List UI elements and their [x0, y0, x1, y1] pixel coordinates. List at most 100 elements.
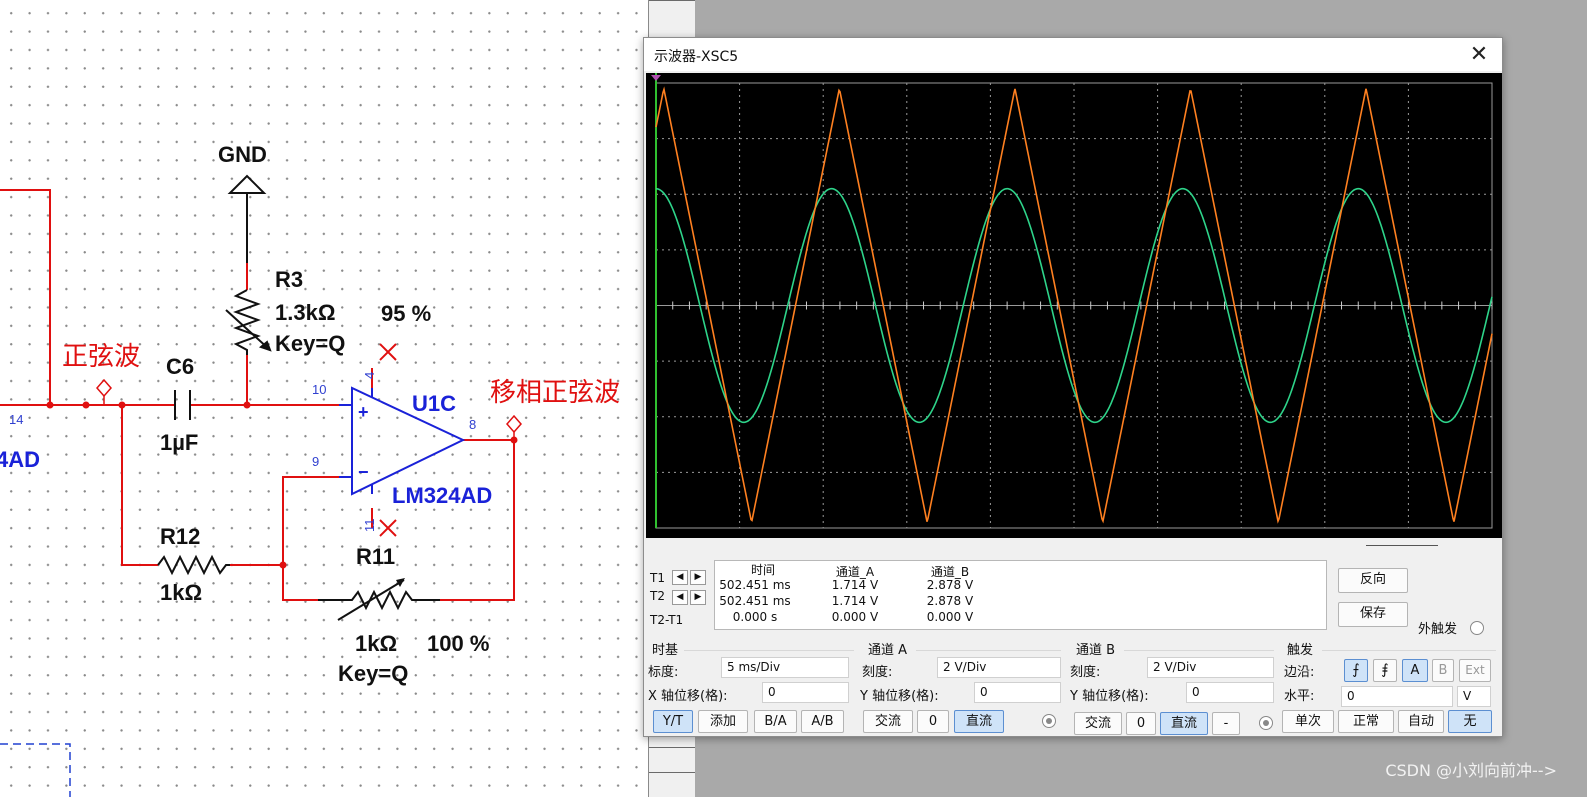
r3-name: R3 — [275, 267, 303, 292]
probe-out-marker — [506, 414, 522, 434]
timebase-title: 时基 — [652, 643, 679, 658]
watermark: CSDN @小刘向前冲--> — [1385, 761, 1557, 780]
save-button[interactable]: 保存 — [1338, 602, 1408, 627]
gnd-symbol — [227, 174, 267, 194]
falling-edge-icon[interactable]: ⨎ — [1373, 659, 1397, 682]
channel-a-dc-button[interactable]: 直流 — [954, 710, 1004, 733]
channel-b-ypos-label: Y 轴位移(格): — [1070, 689, 1149, 704]
x-position-field[interactable]: 0 — [762, 682, 849, 703]
trigger-source-b[interactable]: B — [1432, 659, 1454, 682]
probe-in-marker — [96, 378, 112, 398]
t1-right-arrow-icon[interactable]: ▶ — [690, 570, 706, 585]
t1-b: 2.878 V — [926, 578, 974, 592]
u1c-name: U1C — [412, 391, 456, 416]
window-title: 示波器-XSC5 — [654, 49, 739, 65]
mode-ab-button[interactable]: A/B — [801, 710, 844, 733]
channel-a-title: 通道 A — [868, 643, 908, 658]
channel-b-zero-button[interactable]: 0 — [1126, 712, 1156, 735]
t1-a: 1.714 V — [831, 578, 879, 592]
channel-a-indicator — [1042, 714, 1056, 728]
t2-label: T2 — [650, 589, 665, 603]
t1-left-arrow-icon[interactable]: ◀ — [672, 570, 688, 585]
t2-b: 2.878 V — [926, 594, 974, 608]
probe-in-label: 正弦波 — [62, 342, 140, 371]
timebase-scale-label: 标度: — [648, 665, 679, 680]
channel-a-ypos-field[interactable]: 0 — [974, 682, 1061, 703]
channel-a-scale-label: 刻度: — [862, 665, 893, 680]
oscilloscope-window[interactable]: 示波器-XSC5 ✕ T1 T2 T2-T1 ◀ ▶ ◀ ▶ 时间 通道_A 通… — [643, 37, 1503, 737]
title-bar[interactable]: 示波器-XSC5 ✕ — [644, 38, 1502, 71]
t2-t1-label: T2-T1 — [650, 613, 684, 627]
pin-4: 4 — [362, 372, 377, 379]
gnd-label: GND — [218, 142, 267, 167]
r3-key: Key=Q — [275, 331, 345, 356]
ext-trigger-label: 外触发 — [1418, 622, 1458, 637]
pin-8: 8 — [469, 417, 476, 432]
diff-b: 0.000 V — [926, 610, 974, 624]
t2-left-arrow-icon[interactable]: ◀ — [672, 590, 688, 605]
channel-a-ac-button[interactable]: 交流 — [863, 710, 913, 733]
r12-zigzag — [157, 554, 230, 576]
rising-edge-icon[interactable]: ⨍ — [1344, 659, 1368, 682]
channel-b-scale-label: 刻度: — [1070, 665, 1101, 680]
trigger-edge-label: 边沿: — [1284, 665, 1315, 680]
trigger-level-label: 水平: — [1284, 689, 1315, 704]
trigger-source-a[interactable]: A — [1402, 659, 1428, 682]
circuit-diagram: GND R3 1.3kΩ Key=Q 95 % C6 1µF U1C LM324… — [0, 142, 620, 797]
mode-yt-button[interactable]: Y/T — [653, 710, 693, 733]
channel-b-ac-button[interactable]: 交流 — [1074, 712, 1122, 735]
opamp-plus: + — [358, 402, 369, 422]
waveform-display — [651, 73, 1493, 529]
ext-trigger-radio[interactable] — [1470, 621, 1484, 635]
r3-value: 1.3kΩ — [275, 300, 335, 325]
close-icon[interactable]: ✕ — [1456, 38, 1502, 71]
resize-grip[interactable] — [1366, 545, 1438, 546]
channel-b-dc-button[interactable]: 直流 — [1160, 712, 1208, 735]
t2-time: 502.451 ms — [719, 594, 791, 608]
pin-14: 14 — [9, 412, 23, 427]
trigger-auto-button[interactable]: 自动 — [1398, 710, 1444, 733]
left-part-fragment: 4AD — [0, 447, 40, 472]
r12-name: R12 — [160, 524, 200, 549]
t2-a: 1.714 V — [831, 594, 879, 608]
trigger-source-ext[interactable]: Ext — [1459, 659, 1491, 682]
diff-time: 0.000 s — [732, 610, 778, 624]
pin-10: 10 — [312, 382, 326, 397]
trigger-level-field[interactable]: 0 — [1341, 686, 1453, 707]
channel-a-zero-button[interactable]: 0 — [917, 710, 949, 733]
r11-key: Key=Q — [338, 661, 408, 686]
trigger-normal-button[interactable]: 正常 — [1338, 710, 1394, 733]
reverse-button[interactable]: 反向 — [1338, 568, 1408, 593]
trigger-none-button[interactable]: 无 — [1448, 710, 1492, 733]
pin-11: 11 — [362, 519, 377, 533]
t1-label: T1 — [650, 571, 665, 585]
trigger-single-button[interactable]: 单次 — [1282, 710, 1334, 733]
t1-time: 502.451 ms — [719, 578, 791, 592]
channel-b-minus-button[interactable]: - — [1212, 712, 1240, 735]
cursor-readout-table: 时间 通道_A 通道_B 502.451 ms 1.714 V 2.878 V … — [714, 560, 1327, 630]
channel-b-indicator — [1259, 716, 1273, 730]
trigger-level-unit[interactable]: V — [1457, 686, 1491, 707]
channel-b-scale-field[interactable]: 2 V/Div — [1147, 657, 1274, 678]
mode-add-button[interactable]: 添加 — [698, 710, 748, 733]
c6-value: 1µF — [160, 430, 198, 455]
u1c-part: LM324AD — [392, 483, 492, 508]
r11-value: 1kΩ — [355, 631, 397, 656]
t2-right-arrow-icon[interactable]: ▶ — [690, 590, 706, 605]
schematic-canvas[interactable]: GND R3 1.3kΩ Key=Q 95 % C6 1µF U1C LM324… — [0, 0, 648, 797]
scope-screen[interactable] — [646, 73, 1502, 538]
mode-ba-button[interactable]: B/A — [754, 710, 797, 733]
cursor-t1-handle — [651, 75, 661, 81]
pin-9: 9 — [312, 454, 319, 469]
r12-value: 1kΩ — [160, 580, 202, 605]
x-position-label: X 轴位移(格): — [648, 689, 728, 704]
channel-a-scale-field[interactable]: 2 V/Div — [937, 657, 1061, 678]
channel-b-ypos-field[interactable]: 0 — [1186, 682, 1274, 703]
dashed-box — [0, 743, 71, 797]
channel-b-title: 通道 B — [1076, 643, 1116, 658]
probe-out-label: 移相正弦波 — [490, 378, 620, 407]
r11-percent: 100 % — [427, 631, 489, 656]
trigger-title: 触发 — [1287, 643, 1314, 658]
c6-name: C6 — [166, 354, 194, 379]
timebase-scale-field[interactable]: 5 ms/Div — [721, 657, 849, 678]
